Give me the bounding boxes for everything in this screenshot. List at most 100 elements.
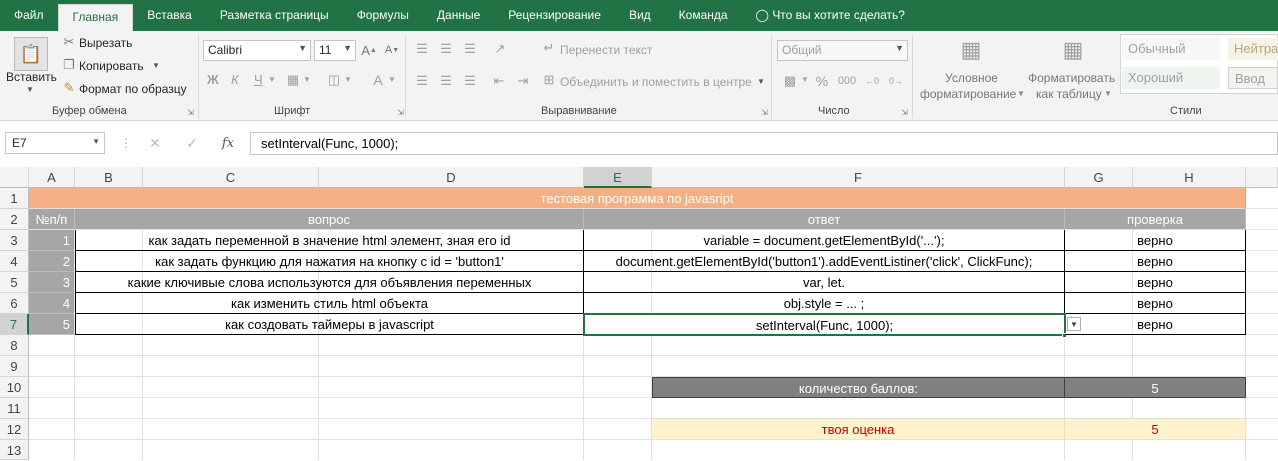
table-row-answer[interactable]: variable = document.getElementById('...'… (584, 230, 1065, 251)
tab-insert[interactable]: Вставка (133, 0, 206, 31)
borders-dropdown-icon[interactable]: ▼ (303, 75, 311, 84)
column-header-e[interactable]: E (584, 167, 652, 188)
underline-button[interactable]: Ч (254, 72, 263, 87)
decrease-decimal-icon[interactable]: 0→ (886, 72, 906, 90)
table-row-answer[interactable]: obj.style = ... ; (584, 293, 1065, 314)
column-header-i[interactable] (1246, 167, 1278, 188)
table-row-check[interactable]: верно (1065, 293, 1246, 314)
column-header-d[interactable]: D (319, 167, 584, 188)
percent-icon[interactable]: % (814, 72, 830, 90)
currency-icon[interactable]: ▩ (779, 72, 801, 90)
tab-file[interactable]: Файл (0, 0, 58, 31)
header-check[interactable]: проверка (1065, 209, 1246, 230)
table-row-question[interactable]: как создовать таймеры в javascript (75, 314, 584, 335)
clipboard-launcher-icon[interactable]: ⇲ (186, 108, 195, 117)
table-row-check[interactable]: верно (1065, 272, 1246, 293)
format-as-table-label2[interactable]: как таблицу (1036, 87, 1102, 101)
tab-team[interactable]: Команда (665, 0, 742, 31)
font-color-icon[interactable]: A (370, 72, 386, 88)
row-header-9[interactable]: 9 (0, 356, 29, 377)
table-row-num[interactable]: 5 (29, 314, 75, 335)
row-header-5[interactable]: 5 (0, 272, 29, 293)
align-right-icon[interactable]: ☰ (461, 72, 479, 90)
decrease-font-icon[interactable]: A ▼ (384, 42, 400, 58)
table-row-check[interactable]: верно (1065, 251, 1246, 272)
fill-color-icon[interactable]: ◫ (326, 72, 342, 88)
column-header-c[interactable]: C (143, 167, 319, 188)
conditional-formatting-label1[interactable]: Условное (945, 71, 998, 85)
table-row-num[interactable]: 4 (29, 293, 75, 314)
paste-button[interactable]: Вставить (6, 70, 57, 84)
table-row-check[interactable]: верно (1065, 314, 1246, 335)
currency-dropdown-icon[interactable]: ▼ (801, 75, 809, 84)
header-answer[interactable]: ответ (584, 209, 1065, 230)
copy-button[interactable]: Копировать (79, 59, 144, 73)
sheet-title[interactable]: тестовая программа по javasript (29, 188, 1246, 209)
orientation-icon[interactable]: ↗ (490, 40, 510, 58)
fill-dropdown-icon[interactable]: ▼ (344, 75, 352, 84)
name-box[interactable]: E7 ▼ (5, 132, 105, 154)
number-launcher-icon[interactable]: ⇲ (900, 108, 909, 117)
row-header-7[interactable]: 7 (0, 314, 29, 335)
font-launcher-icon[interactable]: ⇲ (396, 108, 405, 117)
table-row-question[interactable]: как задать переменной в значение html эл… (75, 230, 584, 251)
style-neutral[interactable]: Нейтра (1228, 38, 1278, 60)
thousands-icon[interactable]: 000 (836, 72, 858, 90)
table-row-num[interactable]: 1 (29, 230, 75, 251)
grade-label[interactable]: твоя оценка (652, 419, 1065, 440)
italic-button[interactable]: К (231, 72, 239, 87)
row-header-4[interactable]: 4 (0, 251, 29, 272)
row-header-12[interactable]: 12 (0, 419, 29, 440)
paste-dropdown-icon[interactable]: ▼ (26, 85, 34, 94)
table-row-answer[interactable]: var, let. (584, 272, 1065, 293)
formula-input[interactable]: setInterval(Func, 1000); (250, 132, 1278, 155)
cut-button[interactable]: Вырезать (79, 36, 132, 50)
row-header-13[interactable]: 13 (0, 440, 29, 460)
table-row-question[interactable]: как изменить стиль html объекта (75, 293, 584, 314)
table-row-check[interactable]: верно (1065, 230, 1246, 251)
table-row-answer[interactable]: document.getElementById('button1').addEv… (584, 251, 1065, 272)
row-header-6[interactable]: 6 (0, 293, 29, 314)
column-header-h[interactable]: H (1133, 167, 1246, 188)
style-input[interactable]: Ввод (1228, 67, 1278, 89)
copy-dropdown-icon[interactable]: ▼ (152, 61, 160, 70)
font-size-select[interactable]: 11 ▼ (314, 40, 356, 61)
row-header-11[interactable]: 11 (0, 398, 29, 419)
format-painter-button[interactable]: Формат по образцу (79, 82, 187, 96)
merge-center-button[interactable]: Объединить и поместить в центре (560, 75, 752, 89)
row-header-1[interactable]: 1 (0, 188, 29, 209)
increase-font-icon[interactable]: A ▲ (361, 42, 377, 58)
conditional-formatting-dropdown-icon[interactable]: ▼ (1017, 89, 1025, 98)
column-header-g[interactable]: G (1065, 167, 1133, 188)
increase-indent-icon[interactable]: ⇥ (514, 72, 532, 90)
enter-icon[interactable]: ✓ (178, 133, 206, 153)
paste-icon[interactable]: 📋 (14, 37, 48, 71)
font-color-dropdown-icon[interactable]: ▼ (388, 75, 396, 84)
score-value[interactable]: 5 (1065, 377, 1246, 398)
resize-handle-icon[interactable]: ⋮ (120, 133, 132, 153)
underline-dropdown-icon[interactable]: ▼ (268, 75, 276, 84)
align-center-icon[interactable]: ☰ (437, 72, 455, 90)
number-format-select[interactable]: Общий ▼ (777, 40, 908, 61)
tell-me-search[interactable]: ◯ Что вы хотите сделать? (742, 0, 919, 31)
conditional-formatting-label2[interactable]: форматирование (920, 87, 1016, 101)
grade-value[interactable]: 5 (1065, 419, 1246, 440)
font-name-select[interactable]: Calibri ▼ (203, 40, 311, 61)
table-row-num[interactable]: 2 (29, 251, 75, 272)
tab-review[interactable]: Рецензирование (494, 0, 615, 31)
tab-home[interactable]: Главная (57, 4, 134, 31)
header-num[interactable]: №п/п (29, 209, 75, 230)
table-row-question[interactable]: как задать функцию для нажатия на кнопку… (75, 251, 584, 272)
bold-button[interactable]: Ж (207, 72, 219, 87)
cancel-icon[interactable]: ✕ (141, 133, 169, 153)
row-header-3[interactable]: 3 (0, 230, 29, 251)
insert-function-icon[interactable]: fx (214, 133, 242, 153)
style-normal[interactable]: Обычный (1122, 38, 1220, 60)
format-as-table-dropdown-icon[interactable]: ▼ (1104, 89, 1112, 98)
align-middle-icon[interactable]: ☰ (437, 40, 455, 58)
header-question[interactable]: вопрос (75, 209, 584, 230)
decrease-indent-icon[interactable]: ⇤ (490, 72, 508, 90)
column-header-a[interactable]: A (29, 167, 75, 188)
alignment-launcher-icon[interactable]: ⇲ (760, 108, 769, 117)
row-header-2[interactable]: 2 (0, 209, 29, 230)
